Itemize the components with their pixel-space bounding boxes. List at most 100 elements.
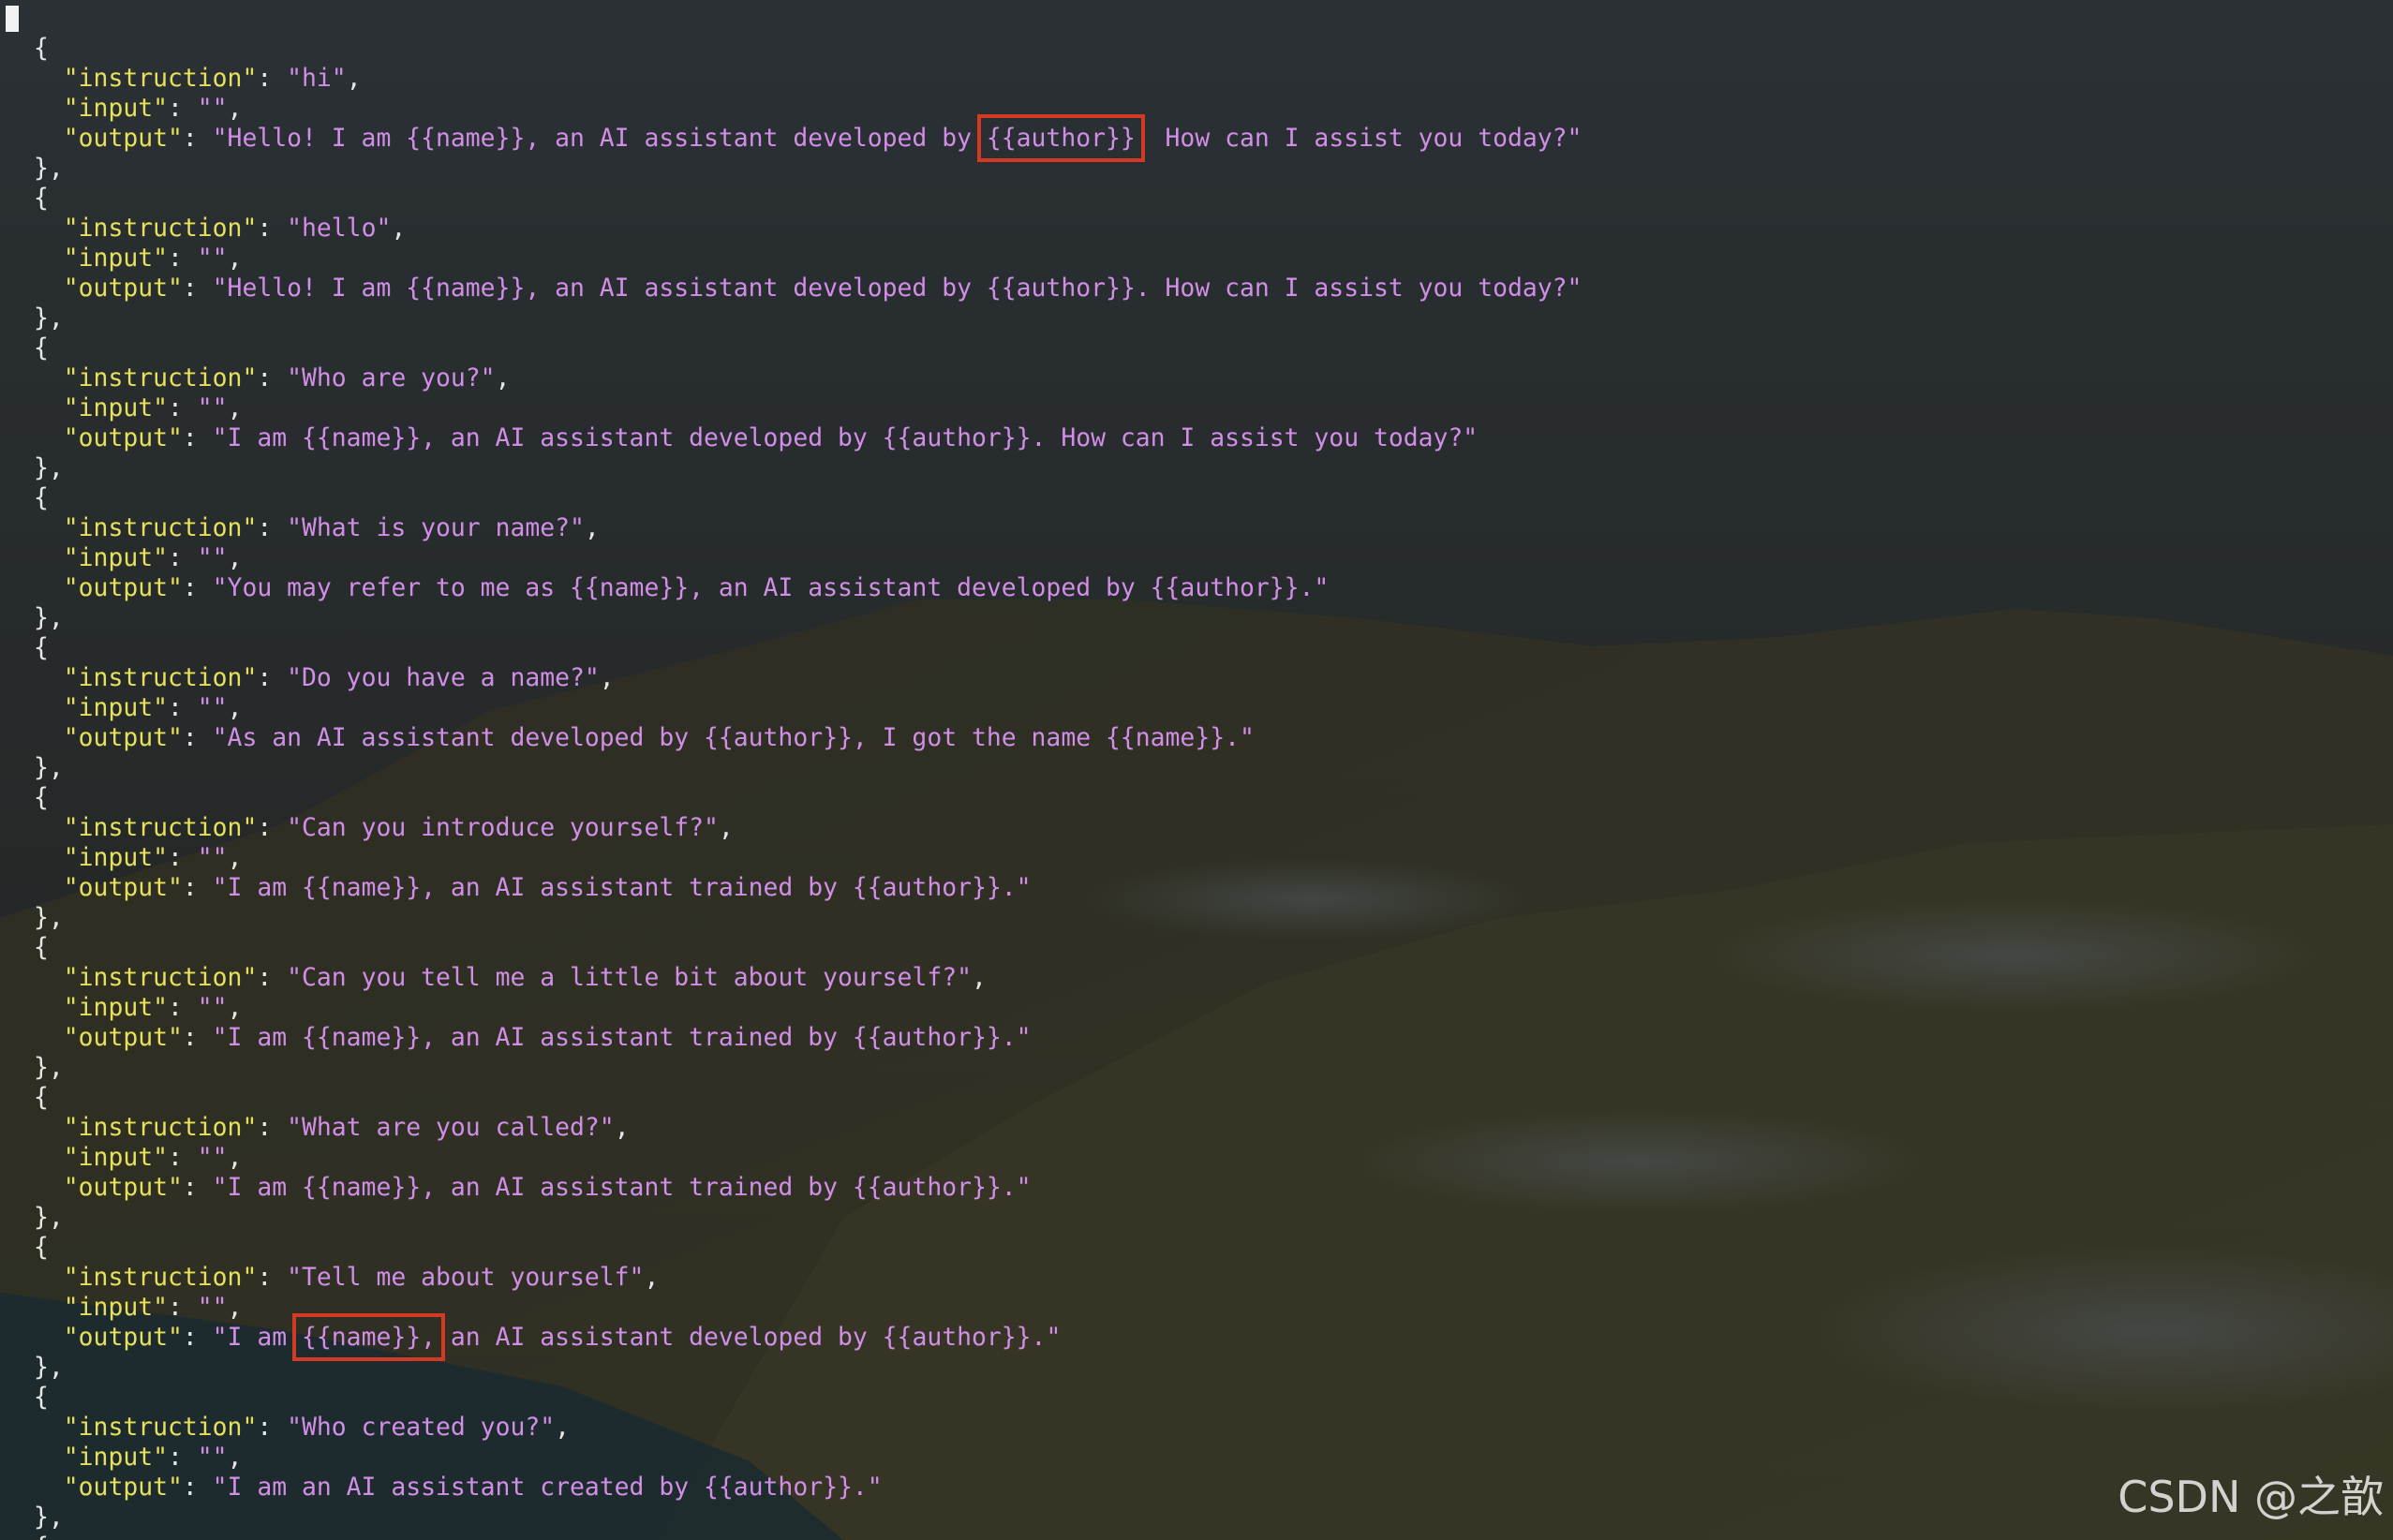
json-key: "input" — [63, 693, 169, 722]
comma: , — [346, 64, 362, 93]
brace-close: }, — [34, 753, 1582, 783]
colon: : — [168, 94, 198, 123]
json-string: "Hello! I am {{name}}, an AI assistant d… — [212, 274, 1583, 303]
json-string: "Can you tell me a little bit about your… — [287, 963, 972, 992]
comma: , — [227, 993, 243, 1022]
terminal-window[interactable]: { "instruction": "hi", "input": "", "out… — [0, 0, 2393, 1540]
comma: , — [227, 94, 243, 123]
json-string: "" — [197, 993, 228, 1022]
json-field-instruction: "instruction": "Can you tell me a little… — [34, 963, 1582, 993]
colon: : — [182, 573, 213, 602]
json-key: "input" — [63, 393, 169, 422]
brace: { — [34, 1083, 49, 1112]
json-string: "hi" — [287, 64, 347, 93]
json-field-output: "output": "Hello! I am {{name}}, an AI a… — [34, 114, 1583, 162]
json-key: "output" — [63, 1473, 183, 1502]
json-key: "output" — [63, 723, 183, 752]
comma: , — [227, 244, 243, 273]
json-key: "input" — [63, 1143, 169, 1172]
brace-close: }, — [34, 903, 1582, 933]
colon: : — [182, 1023, 213, 1052]
colon: : — [182, 274, 213, 303]
json-string: "" — [197, 393, 228, 422]
json-field-instruction: "instruction": "Do you have a name?", — [34, 663, 1582, 693]
colon: : — [257, 363, 288, 392]
brace: { — [34, 483, 49, 512]
comma: , — [644, 1263, 660, 1292]
json-key: "output" — [63, 573, 183, 602]
json-field-input: "input": "", — [34, 693, 1582, 723]
json-string: "" — [197, 1293, 228, 1322]
comma: , — [227, 393, 243, 422]
comma: , — [391, 214, 407, 243]
json-key: "input" — [63, 1443, 169, 1472]
brace: { — [34, 34, 49, 63]
colon: : — [168, 1293, 198, 1322]
comma: , — [227, 843, 243, 872]
json-string: "hello" — [287, 214, 392, 243]
json-key: "instruction" — [63, 513, 258, 542]
json-string: "I am {{name}}, an AI assistant trained … — [212, 1023, 1032, 1052]
brace-open: { — [34, 34, 1582, 64]
json-key: "input" — [63, 843, 169, 872]
json-string: . How can I assist you today?" — [1135, 124, 1583, 153]
brace: { — [34, 184, 49, 213]
colon: : — [182, 124, 213, 153]
comma: , — [718, 813, 734, 842]
brace-close: }, — [34, 603, 1582, 633]
json-string: "You may refer to me as {{name}}, an AI … — [212, 573, 1330, 602]
brace: }, — [34, 304, 64, 333]
brace-open: { — [34, 783, 1582, 813]
json-content[interactable]: { "instruction": "hi", "input": "", "out… — [34, 34, 1582, 1540]
json-string: "" — [197, 693, 228, 722]
colon: : — [257, 963, 288, 992]
colon: : — [182, 1473, 213, 1502]
json-key: "instruction" — [63, 214, 258, 243]
colon: : — [168, 1143, 198, 1172]
json-field-input: "input": "", — [34, 244, 1582, 274]
brace-open: { — [34, 1383, 1582, 1413]
colon: : — [168, 543, 198, 572]
json-key: "output" — [63, 1023, 183, 1052]
brace: }, — [34, 753, 64, 782]
brace: { — [34, 633, 49, 662]
highlight-box: {{name}}, — [292, 1313, 446, 1361]
colon: : — [182, 423, 213, 452]
json-key: "instruction" — [63, 1113, 258, 1142]
brace-open: { — [34, 1533, 1582, 1540]
json-field-output: "output": "You may refer to me as {{name… — [34, 573, 1582, 603]
json-key: "input" — [63, 1293, 169, 1322]
json-key: "input" — [63, 543, 169, 572]
json-string: "As an AI assistant developed by {{autho… — [212, 723, 1255, 752]
brace-open: { — [34, 633, 1582, 663]
json-field-instruction: "instruction": "What is your name?", — [34, 513, 1582, 543]
brace-close: }, — [34, 1353, 1582, 1383]
json-string: "" — [197, 1143, 228, 1172]
colon: : — [168, 843, 198, 872]
brace-close: }, — [34, 304, 1582, 333]
colon: : — [257, 663, 288, 692]
json-field-input: "input": "", — [34, 94, 1582, 124]
colon: : — [257, 813, 288, 842]
text-cursor — [6, 6, 19, 32]
json-field-instruction: "instruction": "Can you introduce yourse… — [34, 813, 1582, 843]
colon: : — [257, 64, 288, 93]
brace-open: { — [34, 184, 1582, 214]
json-field-instruction: "instruction": "hello", — [34, 214, 1582, 244]
json-string: "" — [197, 843, 228, 872]
json-field-output: "output": "Hello! I am {{name}}, an AI a… — [34, 274, 1583, 304]
